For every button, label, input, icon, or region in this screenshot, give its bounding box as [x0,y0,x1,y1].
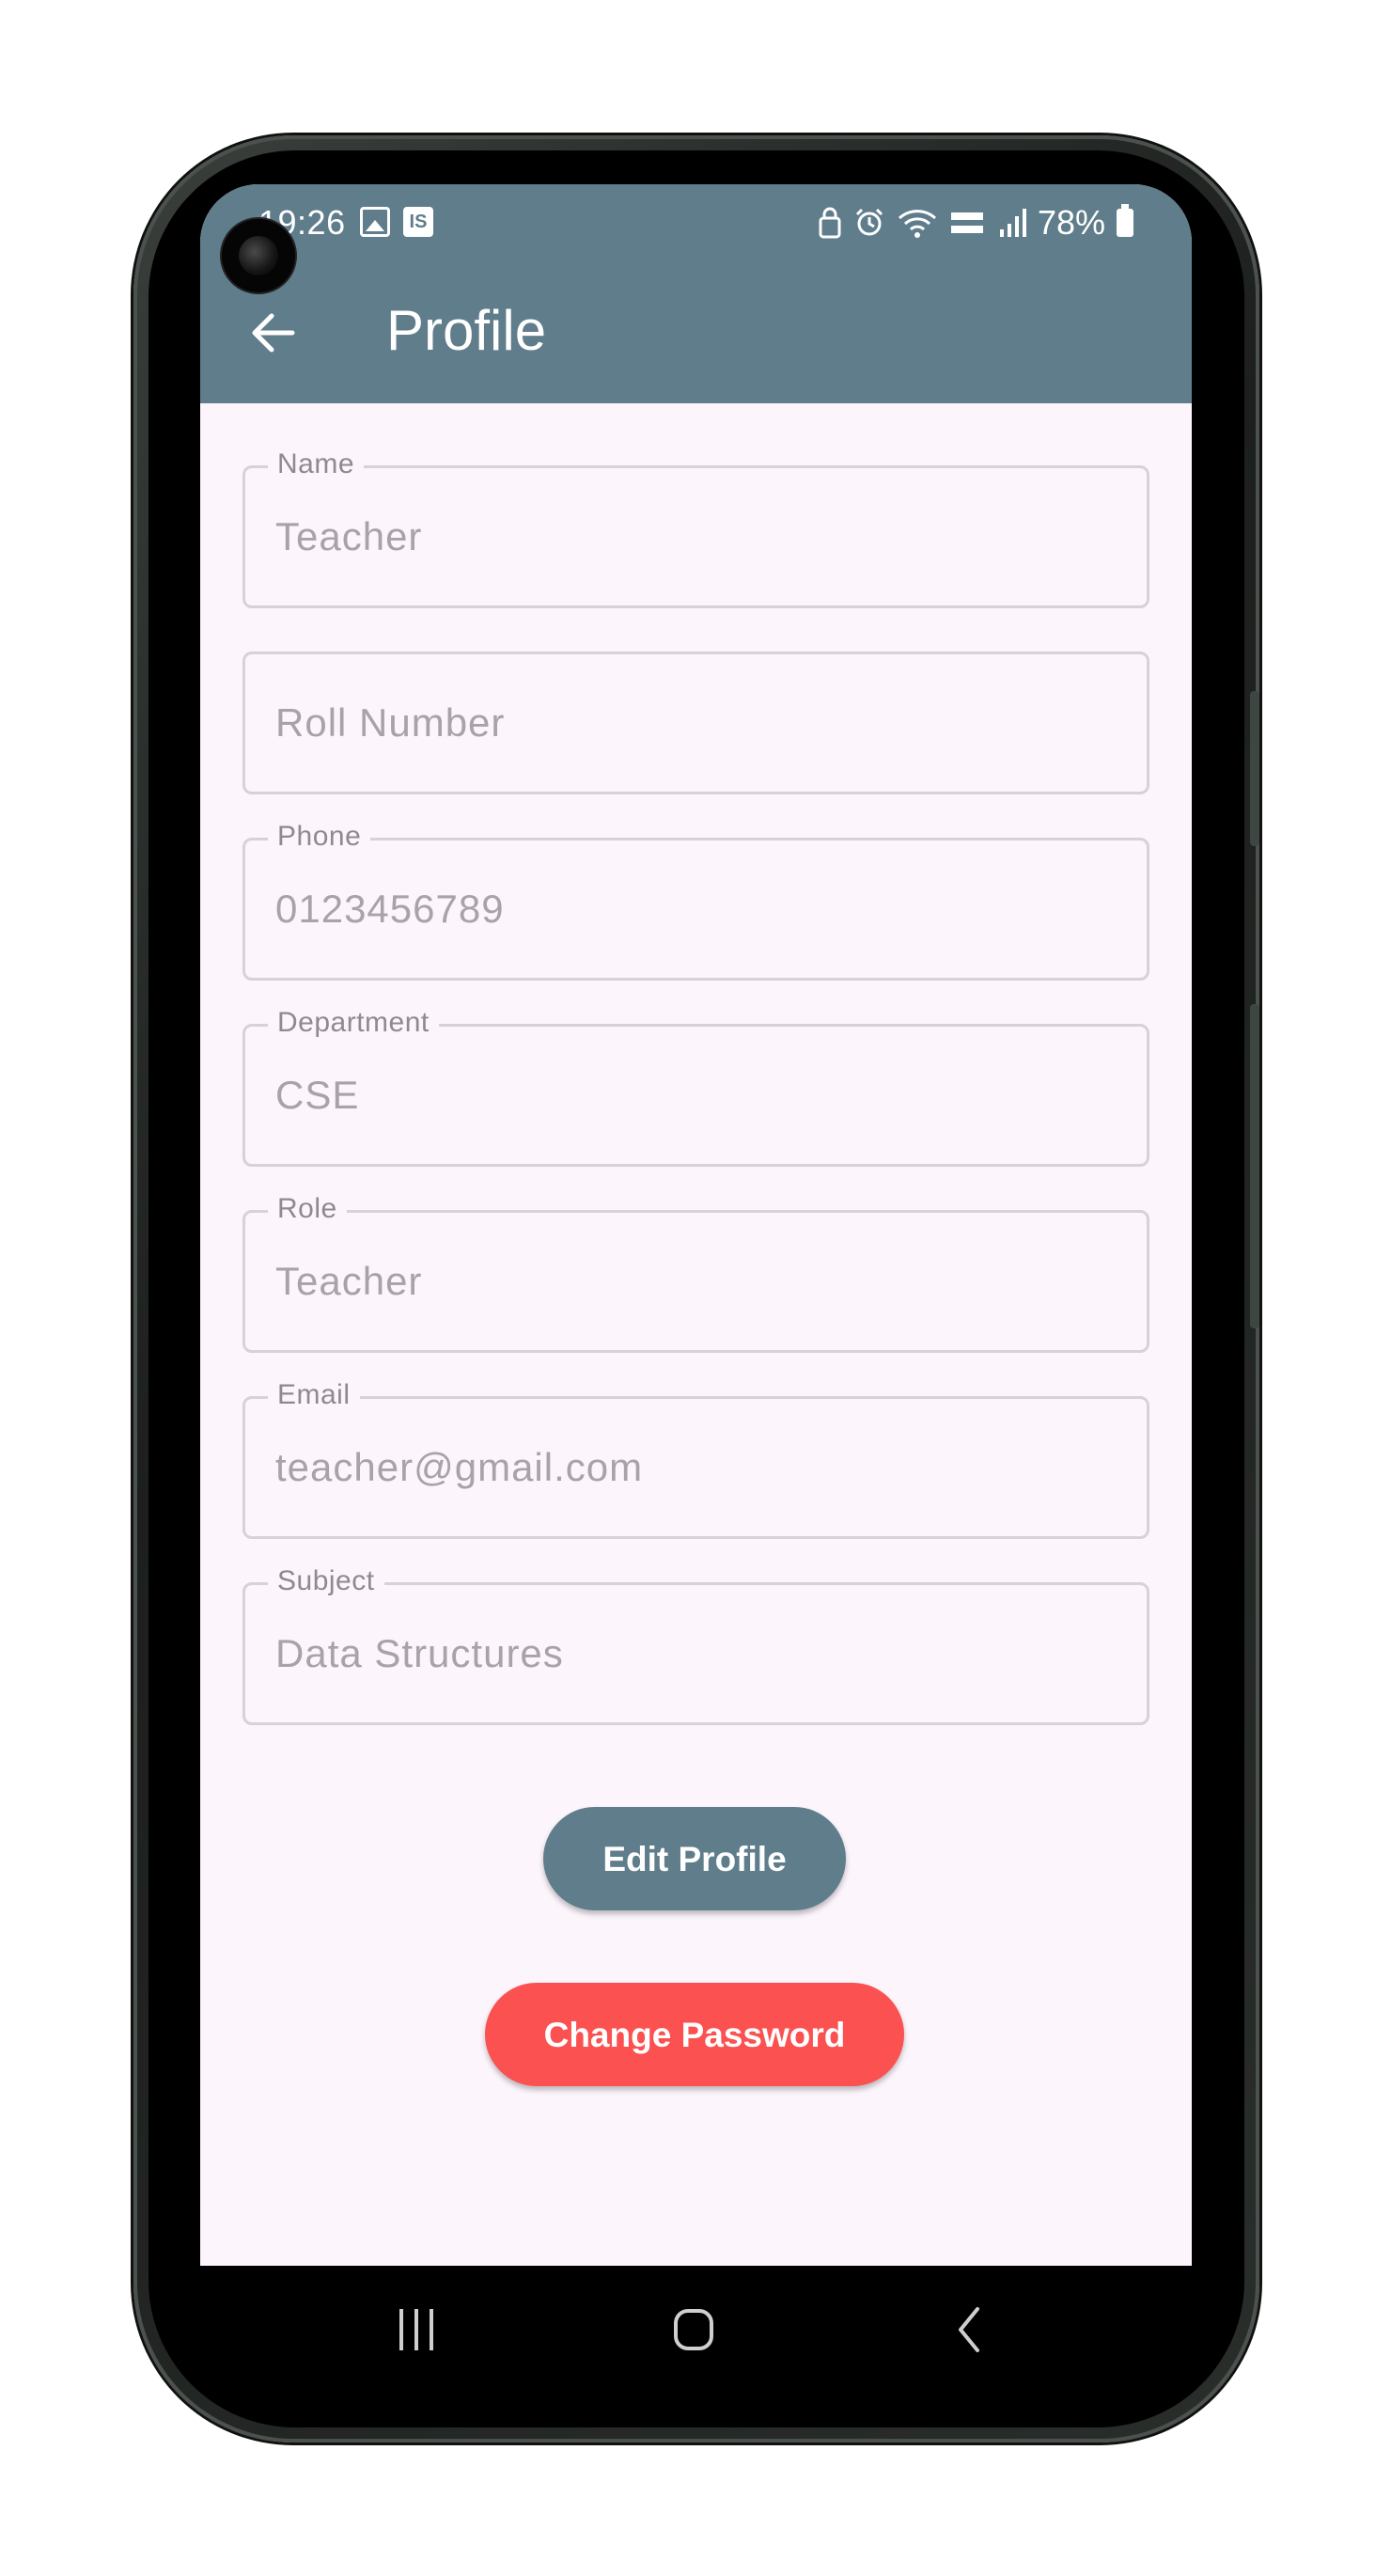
email-field[interactable]: Email teacher@gmail.com [242,1378,1149,1539]
subject-label: Subject [268,1564,384,1598]
name-label: Name [268,448,365,481]
recents-icon[interactable] [379,2301,454,2358]
subject-value: Data Structures [275,1631,564,1675]
camera-lens [239,236,278,275]
alarm-icon [855,208,883,236]
name-value: Teacher [275,514,423,558]
role-field[interactable]: Role Teacher [242,1192,1149,1353]
edit-profile-button[interactable]: Edit Profile [543,1807,846,1910]
roll-number-field[interactable]: Roll Number [242,652,1149,794]
power-button [1250,1004,1259,1328]
screen: 19:26 IS 78% Profile Name Teacher Roll N… [200,184,1192,2266]
role-value: Teacher [275,1259,423,1303]
notification-icons: IS [360,207,433,237]
phone-field[interactable]: Phone 0123456789 [242,820,1149,981]
change-password-button[interactable]: Change Password [485,1983,904,2086]
home-icon[interactable] [656,2301,731,2358]
lock-icon [819,207,841,239]
wifi-icon [898,210,936,238]
app-bar: 19:26 IS 78% Profile [200,184,1192,403]
department-label: Department [268,1006,439,1040]
vowifi-icon [950,212,983,233]
page-title: Profile [386,299,547,362]
email-value: teacher@gmail.com [275,1445,644,1489]
signal-icon [999,209,1026,237]
name-field[interactable]: Name Teacher [242,448,1149,608]
roll-number-placeholder: Roll Number [275,700,506,745]
gallery-notification-icon [360,207,390,237]
arrow-left-icon[interactable] [245,305,302,361]
battery-icon [1117,204,1133,237]
department-value: CSE [275,1073,360,1117]
phone-label: Phone [268,820,371,854]
is-app-notification-icon: IS [403,207,433,237]
status-bar: 19:26 IS 78% [200,203,1192,256]
subject-field[interactable]: Subject Data Structures [242,1564,1149,1725]
chevron-left-icon[interactable] [932,2301,1008,2358]
role-label: Role [268,1192,347,1226]
email-label: Email [268,1378,360,1412]
volume-button [1250,691,1259,846]
system-status: 78% [818,203,1133,243]
department-field[interactable]: Department CSE [242,1006,1149,1167]
battery-percent: 78% [1037,203,1105,242]
device-frame: 19:26 IS 78% Profile Name Teacher Roll N… [0,0,1391,2576]
phone-value: 0123456789 [275,887,505,931]
